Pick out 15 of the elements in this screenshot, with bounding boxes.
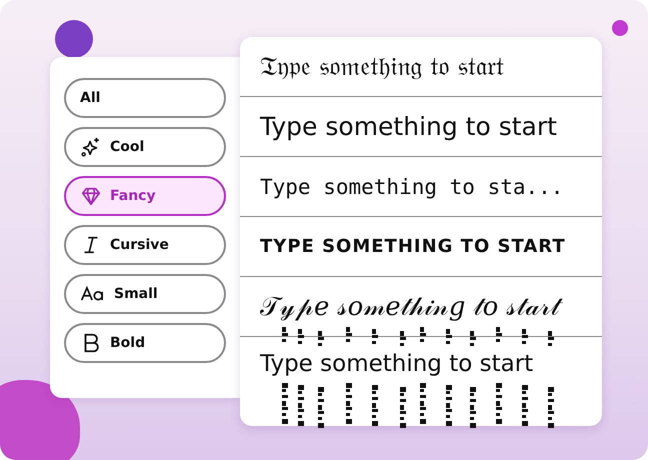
filter-button[interactable]: Cursive (64, 225, 226, 265)
filter-button[interactable]: Small (64, 274, 226, 314)
styled-text[interactable]: Type something to start (260, 351, 534, 377)
styled-text[interactable]: Type something to sta... (260, 174, 564, 198)
circle-decoration (55, 20, 93, 58)
filter-button[interactable]: Cool (64, 127, 226, 167)
gem-icon (80, 185, 102, 207)
circle-decoration (612, 20, 628, 36)
sparkle-icon (80, 136, 102, 158)
filter-button[interactable]: Bold (64, 323, 226, 363)
filter-button[interactable]: Fancy (64, 176, 226, 216)
filter-button[interactable]: All (64, 78, 226, 118)
styled-text[interactable]: TYPE SOMETHING TO START (260, 236, 566, 257)
styled-text[interactable]: 𝔗𝔶𝔭𝔢 𝔰𝔬𝔪𝔢𝔱𝔥𝔦𝔫𝔤 𝔱𝔬 𝔰𝔱𝔞𝔯𝔱 (260, 52, 504, 82)
styled-text[interactable]: Type something to start (260, 112, 557, 141)
